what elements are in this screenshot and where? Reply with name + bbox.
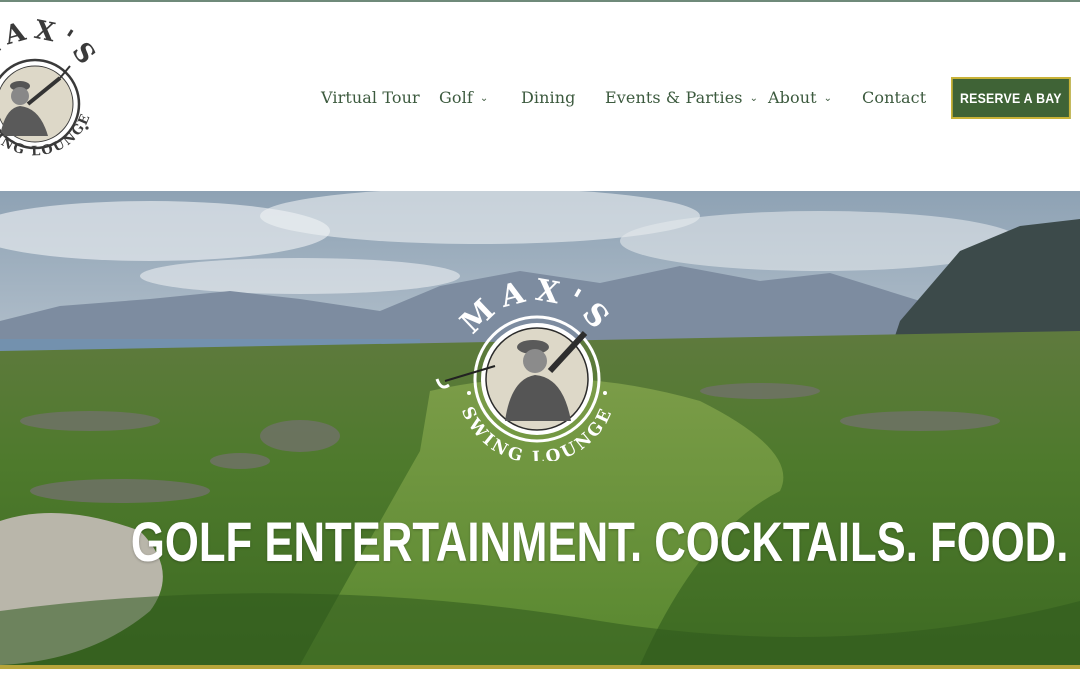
reserve-a-bay-button[interactable]: RESERVE A BAY <box>951 77 1071 119</box>
chevron-down-icon: ⌄ <box>749 93 759 104</box>
nav-about[interactable]: About ⌄ <box>768 88 832 107</box>
gold-accent-bar <box>0 665 1080 675</box>
nav-events-parties[interactable]: Events & Parties ⌄ <box>605 88 758 107</box>
site-header: MAX'S SWING LOUNGE Virtual Tour Golf ⌄ D… <box>0 2 1080 191</box>
chevron-down-icon: ⌄ <box>479 93 489 104</box>
nav-label: Events & Parties <box>605 88 743 107</box>
nav-virtual-tour[interactable]: Virtual Tour <box>321 88 420 107</box>
nav-contact[interactable]: Contact <box>862 88 926 107</box>
nav-label: Dining <box>521 88 576 107</box>
hero-tagline: GOLF ENTERTAINMENT. COCKTAILS. FOOD. <box>130 510 1069 573</box>
chevron-down-icon: ⌄ <box>823 93 833 104</box>
nav-golf[interactable]: Golf ⌄ <box>439 88 488 107</box>
nav-label: Golf <box>439 88 473 107</box>
site-logo[interactable]: MAX'S SWING LOUNGE <box>0 16 100 181</box>
hero-section: MAX'S SWING LOUNGE GOLF ENTERTAINMENT. C… <box>0 191 1080 665</box>
nav-label: Contact <box>862 88 927 107</box>
nav-label: About <box>768 88 817 107</box>
nav-dining[interactable]: Dining <box>521 88 576 107</box>
nav-label: Virtual Tour <box>321 88 420 107</box>
hero-logo: MAX'S SWING LOUNGE <box>435 273 614 461</box>
